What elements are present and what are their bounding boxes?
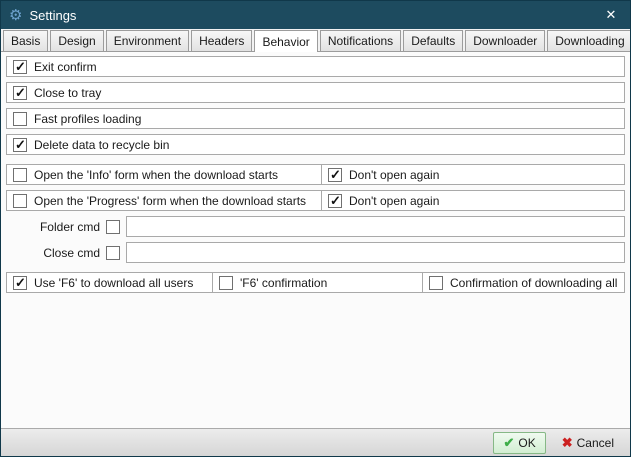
exit-confirm-checkbox[interactable] [13, 60, 27, 74]
tab-downloader[interactable]: Downloader [465, 30, 545, 51]
row-folder-cmd: Folder cmd [6, 216, 625, 237]
tab-headers[interactable]: Headers [191, 30, 252, 51]
row-f6-options: Use 'F6' to download all users 'F6' conf… [6, 272, 625, 293]
row-progress-form: Open the 'Progress' form when the downlo… [6, 190, 625, 211]
progress-form-label: Open the 'Progress' form when the downlo… [34, 194, 306, 208]
delete-recycle-label: Delete data to recycle bin [34, 138, 169, 152]
info-form-cell: Open the 'Info' form when the download s… [7, 165, 321, 184]
cancel-x-icon: ✖ [562, 435, 573, 451]
footer-bar: ✔ OK ✖ Cancel [1, 428, 630, 456]
info-form-label: Open the 'Info' form when the download s… [34, 168, 278, 182]
row-close-cmd: Close cmd [6, 242, 625, 263]
info-dont-open-label: Don't open again [349, 168, 439, 182]
info-form-dont-open-cell: Don't open again [321, 165, 624, 184]
tab-basis[interactable]: Basis [3, 30, 48, 51]
exit-confirm-label: Exit confirm [34, 60, 97, 74]
close-cmd-input[interactable] [126, 242, 625, 263]
close-icon: ✕ [606, 7, 617, 23]
f6-confirmation-label: 'F6' confirmation [240, 276, 327, 290]
settings-content: Exit confirm Close to tray Fast profiles… [1, 52, 630, 428]
ok-check-icon: ✔ [503, 435, 514, 451]
folder-cmd-label: Folder cmd [36, 220, 100, 234]
row-delete-recycle: Delete data to recycle bin [6, 134, 625, 155]
cancel-button-label: Cancel [577, 436, 614, 450]
folder-cmd-input[interactable] [126, 216, 625, 237]
close-cmd-checkbox[interactable] [106, 246, 120, 260]
row-exit-confirm: Exit confirm [6, 56, 625, 77]
progress-form-cell: Open the 'Progress' form when the downlo… [7, 191, 321, 210]
progress-dont-open-checkbox[interactable] [328, 194, 342, 208]
f6-confirmation-checkbox[interactable] [219, 276, 233, 290]
tab-design[interactable]: Design [50, 30, 103, 51]
folder-cmd-checkbox[interactable] [106, 220, 120, 234]
tab-notifications[interactable]: Notifications [320, 30, 401, 51]
info-form-checkbox[interactable] [13, 168, 27, 182]
cancel-button[interactable]: ✖ Cancel [552, 432, 624, 454]
row-fast-profiles: Fast profiles loading [6, 108, 625, 129]
info-dont-open-checkbox[interactable] [328, 168, 342, 182]
ok-button[interactable]: ✔ OK [493, 432, 545, 454]
confirm-downloading-all-label: Confirmation of downloading all [450, 276, 617, 290]
close-to-tray-checkbox[interactable] [13, 86, 27, 100]
progress-form-checkbox[interactable] [13, 194, 27, 208]
close-button[interactable]: ✕ [592, 1, 630, 29]
use-f6-cell: Use 'F6' to download all users [7, 273, 212, 292]
confirm-downloading-all-checkbox[interactable] [429, 276, 443, 290]
settings-window: ⚙ Settings ✕ Basis Design Environment He… [0, 0, 631, 457]
row-close-to-tray: Close to tray [6, 82, 625, 103]
f6-confirmation-cell: 'F6' confirmation [212, 273, 422, 292]
progress-dont-open-label: Don't open again [349, 194, 439, 208]
ok-button-label: OK [518, 436, 535, 450]
tab-defaults[interactable]: Defaults [403, 30, 463, 51]
fast-profiles-checkbox[interactable] [13, 112, 27, 126]
fast-profiles-label: Fast profiles loading [34, 112, 141, 126]
titlebar: ⚙ Settings ✕ [1, 1, 630, 29]
use-f6-label: Use 'F6' to download all users [34, 276, 193, 290]
tab-environment[interactable]: Environment [106, 30, 189, 51]
close-cmd-label: Close cmd [36, 246, 100, 260]
row-info-form: Open the 'Info' form when the download s… [6, 164, 625, 185]
progress-form-dont-open-cell: Don't open again [321, 191, 624, 210]
gear-icon: ⚙ [9, 8, 22, 23]
tab-bar: Basis Design Environment Headers Behavio… [1, 29, 630, 52]
window-title: Settings [29, 8, 76, 23]
tab-downloading[interactable]: Downloading [547, 30, 631, 51]
tab-behavior[interactable]: Behavior [254, 30, 317, 52]
delete-recycle-checkbox[interactable] [13, 138, 27, 152]
confirm-downloading-all-cell: Confirmation of downloading all [422, 273, 624, 292]
use-f6-checkbox[interactable] [13, 276, 27, 290]
close-to-tray-label: Close to tray [34, 86, 101, 100]
